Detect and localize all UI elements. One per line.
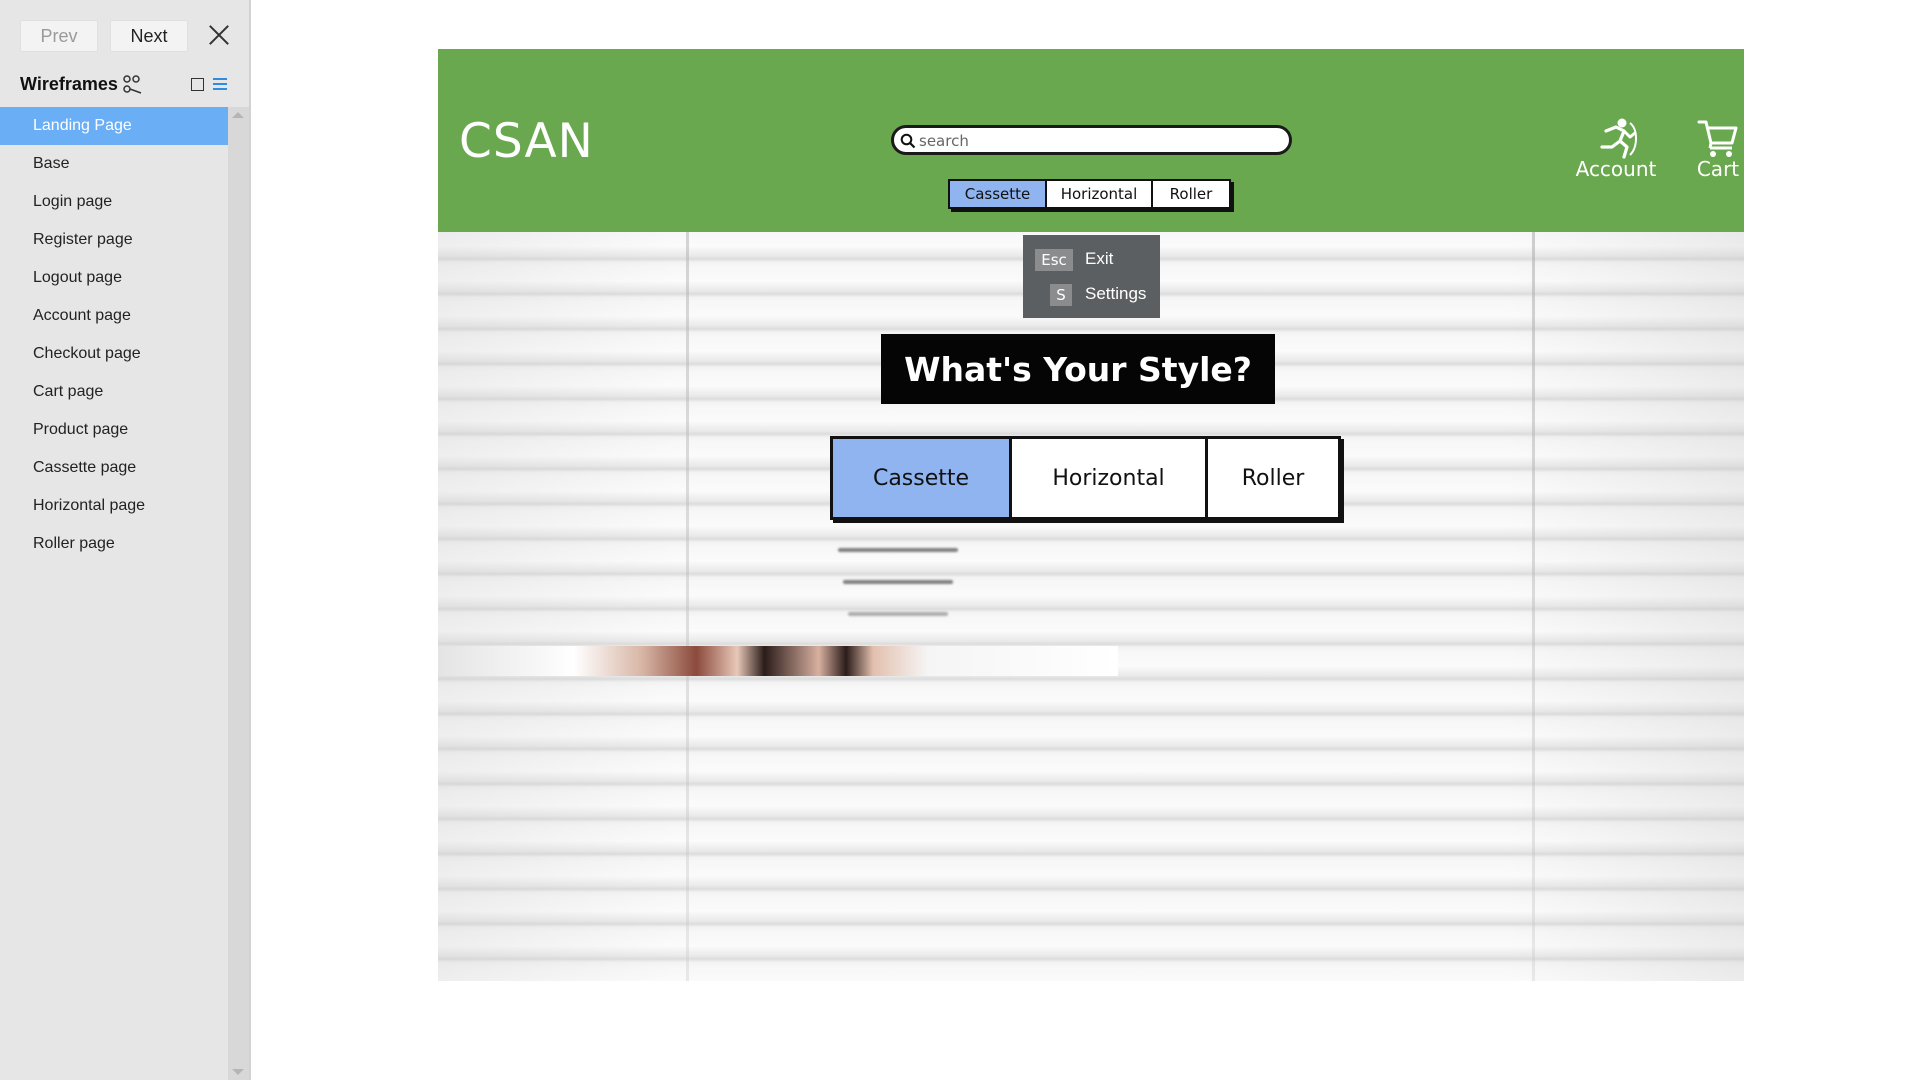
exit-option[interactable]: Exit	[1085, 249, 1113, 269]
cart-link[interactable]: Cart	[1658, 117, 1744, 181]
page-item-roller[interactable]: Roller page	[0, 525, 228, 563]
page-item-account[interactable]: Account page	[0, 297, 228, 335]
page-item-base[interactable]: Base	[0, 145, 228, 183]
cart-label: Cart	[1696, 157, 1740, 181]
header-tab-horizontal[interactable]: Horizontal	[1047, 181, 1153, 207]
s-key-badge: S	[1050, 284, 1072, 306]
style-tab-roller[interactable]: Roller	[1208, 439, 1338, 517]
account-label: Account	[1575, 157, 1657, 181]
blind-shadow	[838, 548, 958, 552]
page-item-horizontal[interactable]: Horizontal page	[0, 487, 228, 525]
header-tab-cassette[interactable]: Cassette	[950, 181, 1047, 207]
page-item-cart[interactable]: Cart page	[0, 373, 228, 411]
sidebar-scrollbar[interactable]	[228, 107, 249, 1080]
page-item-checkout[interactable]: Checkout page	[0, 335, 228, 373]
search-icon	[900, 133, 916, 149]
page-item-register[interactable]: Register page	[0, 221, 228, 259]
page-item-login[interactable]: Login page	[0, 183, 228, 221]
list-view-icon[interactable]	[213, 78, 227, 91]
shortcut-popup: Esc Exit S Settings	[1023, 235, 1160, 318]
header-tab-roller[interactable]: Roller	[1153, 181, 1229, 207]
style-tab-bar: Cassette Horizontal Roller	[830, 436, 1341, 520]
page-item-cassette[interactable]: Cassette page	[0, 449, 228, 487]
next-button[interactable]: Next	[110, 20, 188, 52]
settings-option[interactable]: Settings	[1085, 284, 1146, 304]
scroll-down-icon[interactable]	[232, 1069, 244, 1075]
square-view-icon[interactable]	[191, 78, 204, 91]
page-item-product[interactable]: Product page	[0, 411, 228, 449]
running-person-icon	[1600, 118, 1637, 159]
style-tab-horizontal[interactable]: Horizontal	[1012, 439, 1208, 517]
search-box[interactable]	[891, 125, 1292, 155]
search-input[interactable]	[919, 130, 1279, 152]
cart-icon	[1697, 120, 1738, 157]
close-icon[interactable]	[206, 22, 232, 48]
prev-button[interactable]: Prev	[20, 20, 98, 52]
esc-key-badge: Esc	[1035, 249, 1073, 271]
blind-cord-right	[1532, 232, 1535, 981]
style-banner: What's Your Style?	[881, 334, 1275, 404]
wireframe-canvas: CSAN Cassette Horizontal Roller Account	[438, 49, 1744, 981]
wireframes-panel: Prev Next Wireframes Landing Page Base L…	[0, 0, 251, 1080]
site-logo[interactable]: CSAN	[459, 114, 594, 169]
page-item-logout[interactable]: Logout page	[0, 259, 228, 297]
scroll-up-icon[interactable]	[232, 112, 244, 118]
style-tab-cassette[interactable]: Cassette	[833, 439, 1012, 517]
panel-title: Wireframes	[20, 74, 118, 94]
page-list: Landing Page Base Login page Register pa…	[0, 107, 228, 563]
site-header: CSAN Cassette Horizontal Roller Account	[438, 49, 1744, 232]
header-tab-bar: Cassette Horizontal Roller	[948, 179, 1231, 209]
sitemap-icon[interactable]	[122, 75, 144, 95]
blind-gap-face	[438, 646, 1118, 676]
blind-cord-left	[686, 232, 689, 981]
page-item-landing[interactable]: Landing Page	[0, 107, 228, 145]
blind-shadow	[843, 580, 953, 584]
blind-shadow	[848, 612, 948, 616]
